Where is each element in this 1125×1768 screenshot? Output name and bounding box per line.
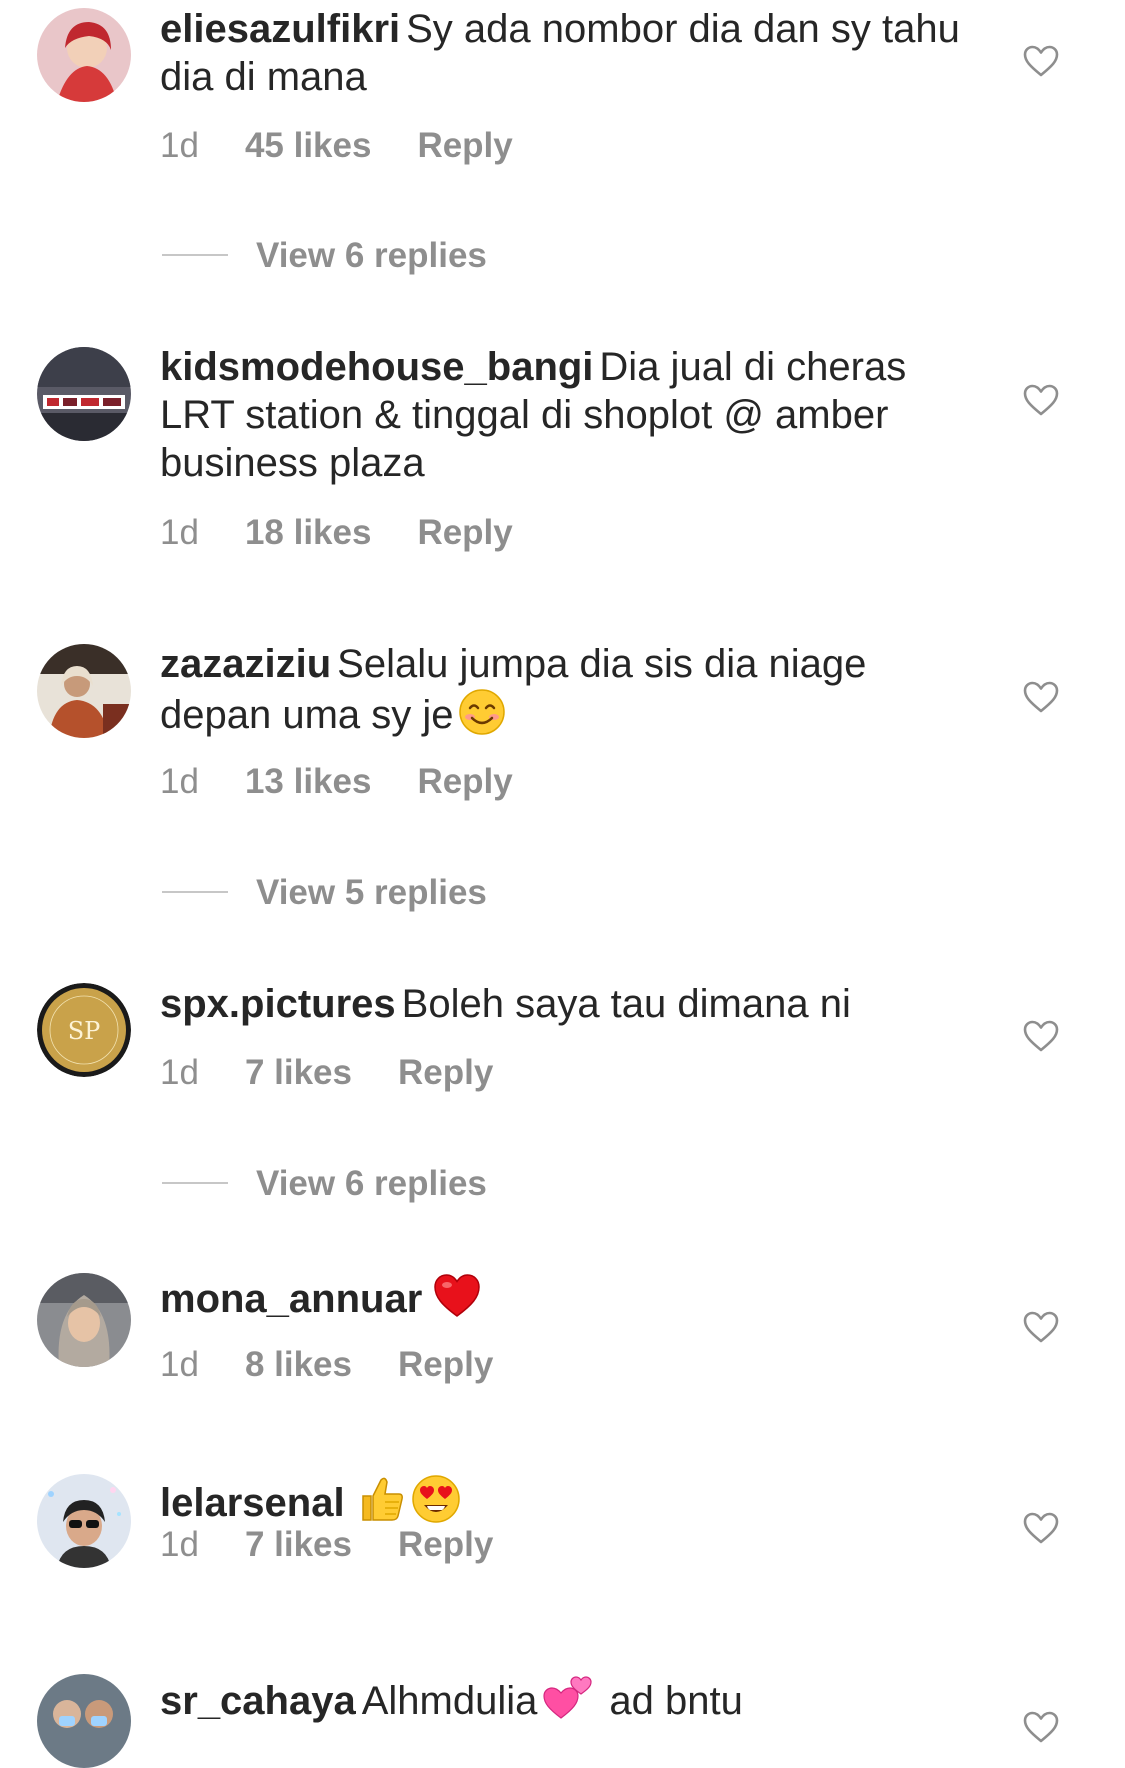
- likes-count[interactable]: 45 likes: [245, 126, 372, 165]
- comment-meta: 1d 45 likes Reply: [160, 126, 559, 166]
- timestamp: 1d: [160, 1053, 199, 1092]
- avatar-monogram: SP: [68, 1017, 101, 1045]
- avatar[interactable]: [37, 1474, 131, 1568]
- avatar[interactable]: [37, 347, 131, 441]
- comment-meta: 1d 7 likes Reply: [160, 1053, 539, 1093]
- view-replies-button[interactable]: View 6 replies: [162, 1164, 487, 1204]
- timestamp: 1d: [160, 762, 199, 801]
- avatar[interactable]: [37, 8, 131, 102]
- heart-icon[interactable]: [1022, 1019, 1060, 1053]
- likes-count[interactable]: 13 likes: [245, 762, 372, 801]
- reply-button[interactable]: Reply: [417, 126, 512, 165]
- heart-icon[interactable]: [1022, 44, 1060, 78]
- comment-text: zazaziziu Selalu jumpa dia sis dia niage …: [160, 640, 960, 747]
- comment-meta: 1d 13 likes Reply: [160, 762, 559, 802]
- likes-count[interactable]: 18 likes: [245, 513, 372, 552]
- comment-text: spx.pictures Boleh saya tau dimana ni: [160, 982, 851, 1026]
- timestamp: 1d: [160, 126, 199, 165]
- likes-count[interactable]: 8 likes: [245, 1345, 352, 1384]
- divider-line: [162, 1181, 228, 1184]
- likes-count[interactable]: 7 likes: [245, 1525, 352, 1564]
- heart-icon[interactable]: [1022, 680, 1060, 714]
- reply-button[interactable]: Reply: [398, 1525, 493, 1564]
- view-replies-button[interactable]: View 6 replies: [162, 236, 487, 276]
- two-hearts-emoji: [541, 1672, 595, 1733]
- comment-text: sr_cahaya Alhmdulia ad bntu: [160, 1672, 960, 1733]
- heart-icon[interactable]: [1022, 383, 1060, 417]
- username[interactable]: spx.pictures: [160, 982, 396, 1026]
- comment-meta: 1d 7 likes Reply: [160, 1525, 539, 1565]
- username[interactable]: lelarsenal: [160, 1481, 345, 1525]
- divider-line: [162, 253, 228, 256]
- username[interactable]: mona_annuar: [160, 1277, 422, 1321]
- reply-button[interactable]: Reply: [398, 1345, 493, 1384]
- comment-meta: 1d 18 likes Reply: [160, 513, 559, 553]
- avatar[interactable]: [37, 1674, 131, 1768]
- comment-text: kidsmodehouse_bangi Dia jual di cheras LR…: [160, 345, 907, 485]
- smiling-face-emoji: [458, 688, 506, 747]
- divider-line: [162, 890, 228, 893]
- view-replies-button[interactable]: View 5 replies: [162, 873, 487, 913]
- reply-button[interactable]: Reply: [417, 513, 512, 552]
- username[interactable]: eliesazulfikri: [160, 7, 400, 51]
- avatar[interactable]: [37, 644, 131, 738]
- heart-icon[interactable]: [1022, 1310, 1060, 1344]
- reply-button[interactable]: Reply: [398, 1053, 493, 1092]
- comment-text: mona_annuar: [160, 1272, 960, 1331]
- timestamp: 1d: [160, 513, 199, 552]
- comment-text: eliesazulfikri Sy ada nombor dia dan sy t…: [160, 7, 960, 99]
- likes-count[interactable]: 7 likes: [245, 1053, 352, 1092]
- heart-icon[interactable]: [1022, 1511, 1060, 1545]
- comment-meta: 1d 8 likes Reply: [160, 1345, 539, 1385]
- reply-button[interactable]: Reply: [417, 762, 512, 801]
- timestamp: 1d: [160, 1525, 199, 1564]
- red-heart-emoji: [432, 1272, 482, 1331]
- avatar[interactable]: SP: [37, 983, 131, 1077]
- username[interactable]: sr_cahaya: [160, 1679, 356, 1723]
- username[interactable]: zazaziziu: [160, 642, 331, 686]
- timestamp: 1d: [160, 1345, 199, 1384]
- avatar[interactable]: [37, 1273, 131, 1367]
- username[interactable]: kidsmodehouse_bangi: [160, 345, 593, 389]
- heart-icon[interactable]: [1022, 1710, 1060, 1744]
